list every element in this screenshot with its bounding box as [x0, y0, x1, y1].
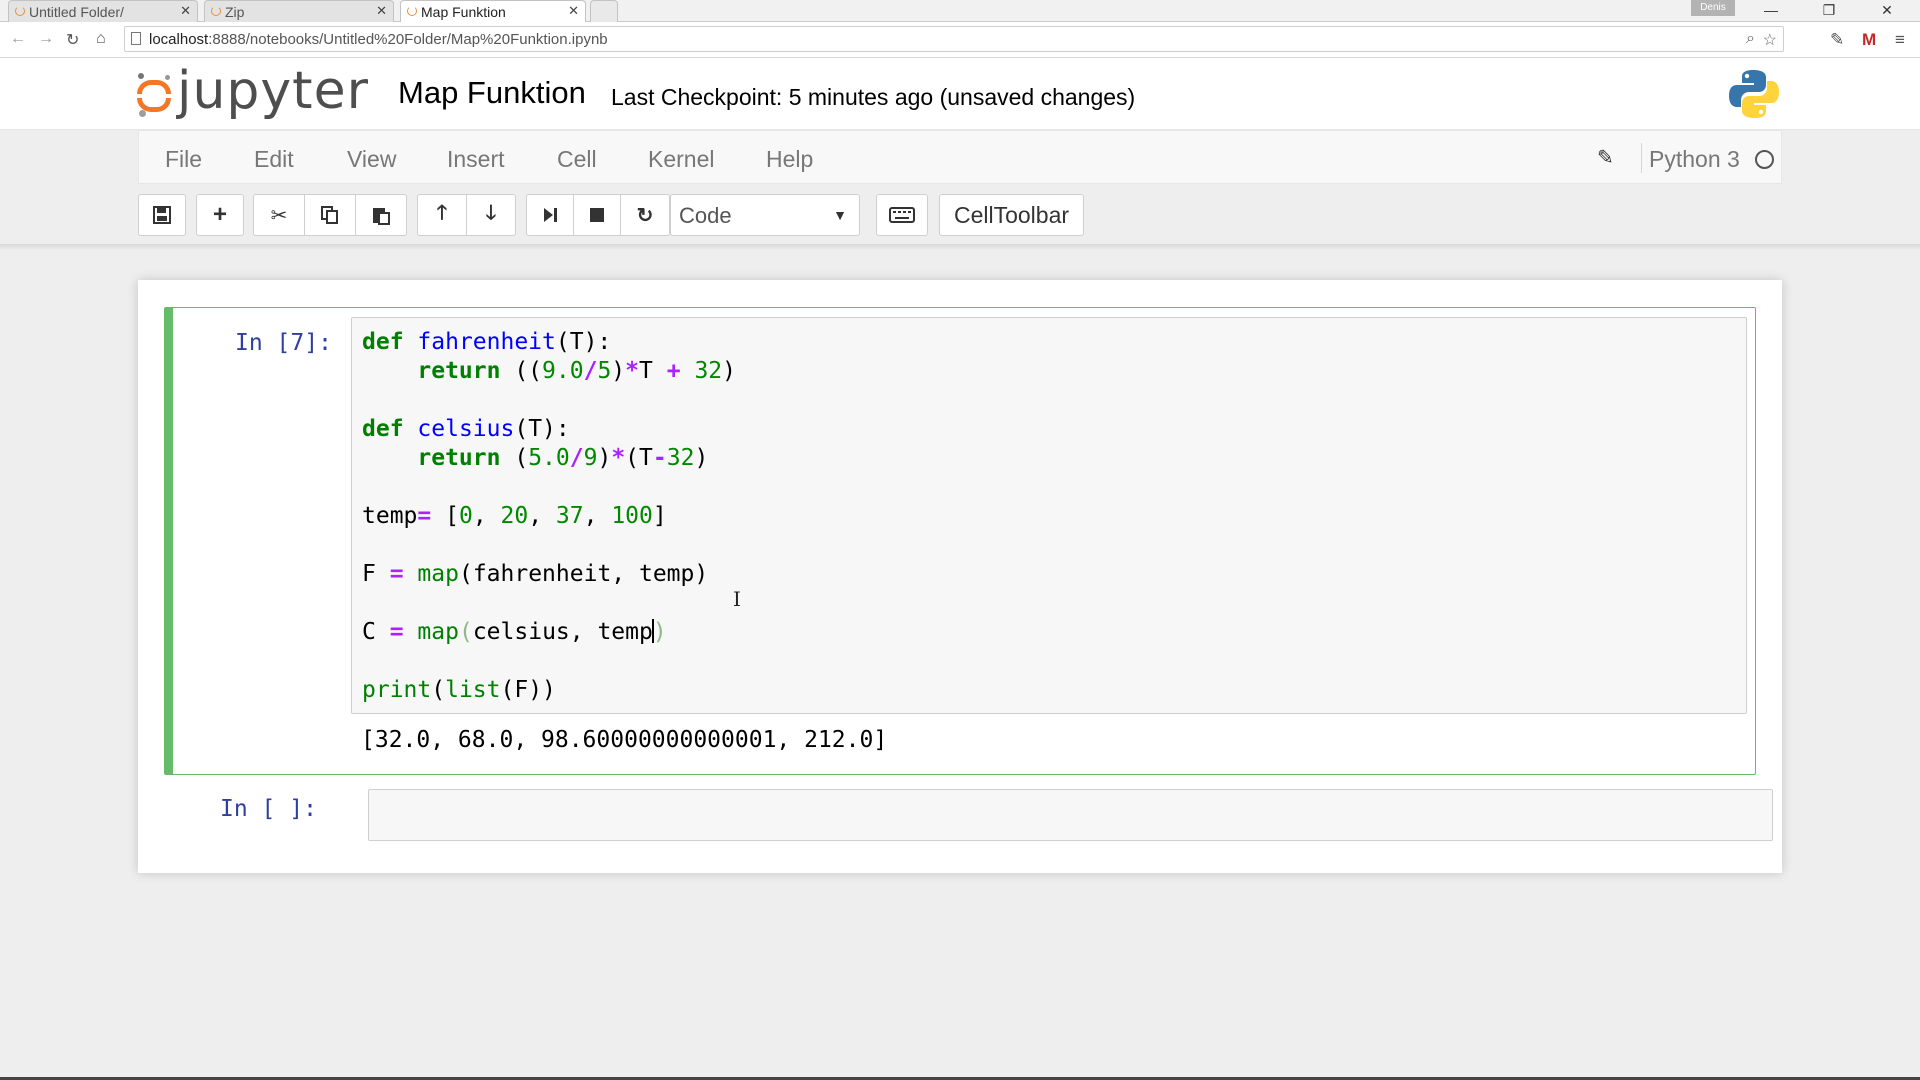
back-icon[interactable]: ←: [10, 30, 26, 48]
url-input[interactable]: localhost:8888/notebooks/Untitled%20Fold…: [124, 26, 1784, 52]
kernel-name: Python 3: [1649, 146, 1740, 172]
celltoolbar-button[interactable]: CellToolbar: [939, 194, 1084, 236]
tab-label: Map Funktion: [421, 4, 506, 20]
plus-icon: +: [212, 201, 227, 228]
copy-button[interactable]: [304, 194, 356, 236]
mouse-ibeam-cursor-icon: I: [733, 587, 741, 611]
gmail-extension-icon[interactable]: M: [1862, 30, 1876, 50]
step-forward-icon: [544, 208, 557, 222]
arrow-down-icon: 🡓: [485, 202, 497, 224]
run-cell-button[interactable]: [526, 194, 574, 236]
paste-button[interactable]: [355, 194, 407, 236]
jupyter-logo-icon: [135, 72, 173, 117]
code-source[interactable]: def fahrenheit(T): return ((9.0/5)*T + 3…: [362, 328, 736, 705]
menu-view[interactable]: View: [347, 146, 396, 173]
minimize-icon[interactable]: —: [1748, 0, 1794, 22]
browser-tab-zip[interactable]: Zip ✕: [204, 0, 394, 22]
cut-button[interactable]: ✂: [253, 194, 305, 236]
new-tab-button[interactable]: [590, 0, 618, 22]
code-line: fahrenheit: [417, 329, 556, 355]
scissors-icon: ✂: [270, 204, 288, 227]
cell-type-select[interactable]: Code ▼: [670, 194, 860, 236]
menu-help[interactable]: Help: [766, 146, 813, 173]
divider: [1641, 143, 1642, 173]
close-icon[interactable]: ✕: [568, 3, 579, 19]
loading-icon: [15, 6, 25, 16]
move-down-button[interactable]: 🡓: [466, 194, 516, 236]
code-editor[interactable]: [368, 789, 1773, 841]
code-keyword: def: [362, 329, 404, 355]
zoom-icon[interactable]: ⌕: [1746, 30, 1755, 48]
forward-icon[interactable]: →: [38, 30, 54, 48]
menu-edit[interactable]: Edit: [254, 146, 294, 173]
home-icon[interactable]: ⌂: [96, 30, 106, 48]
browser-profile-badge[interactable]: Denis: [1691, 0, 1735, 16]
jupyter-logo-text: jupyter: [177, 61, 369, 121]
save-button[interactable]: [138, 194, 186, 236]
tab-label: Zip: [225, 3, 245, 20]
menu-kernel[interactable]: Kernel: [648, 146, 714, 173]
browser-tab-strip: Untitled Folder/ ✕ Zip ✕ Map Funktion ✕ …: [0, 0, 1920, 23]
kernel-idle-indicator-icon: [1755, 150, 1774, 169]
extension-icon[interactable]: ✎: [1830, 30, 1844, 50]
menu-file[interactable]: File: [165, 146, 202, 173]
browser-menu-icon[interactable]: ≡: [1895, 30, 1905, 50]
restart-kernel-button[interactable]: ↻: [620, 194, 670, 236]
caret-down-icon: ▼: [833, 207, 847, 223]
pencil-icon[interactable]: ✎: [1597, 145, 1614, 170]
cell-output: [32.0, 68.0, 98.60000000000001, 212.0]: [361, 727, 888, 753]
browser-tab-map-funktion[interactable]: Map Funktion ✕: [400, 0, 586, 23]
close-icon[interactable]: ✕: [376, 3, 387, 19]
url-text: localhost:8888/notebooks/Untitled%20Fold…: [149, 31, 608, 48]
bookmark-star-icon[interactable]: ☆: [1763, 30, 1777, 50]
jupyter-logo[interactable]: jupyter: [135, 61, 369, 122]
close-window-icon[interactable]: ✕: [1864, 0, 1910, 22]
copy-icon: [321, 206, 338, 224]
input-prompt: In [7]:: [235, 330, 332, 356]
code-cell-selected[interactable]: In [7]: def fahrenheit(T): return ((9.0/…: [164, 307, 1756, 775]
browser-address-bar: ← → ↻ ⌂ localhost:8888/notebooks/Untitle…: [0, 22, 1920, 58]
cell-type-value: Code: [679, 203, 732, 228]
loading-icon: [407, 6, 417, 16]
keyboard-icon: [889, 207, 915, 223]
interrupt-kernel-button[interactable]: [573, 194, 621, 236]
menu-insert[interactable]: Insert: [447, 146, 505, 173]
tab-label: Untitled Folder/: [29, 3, 124, 20]
browser-tab-untitled-folder[interactable]: Untitled Folder/ ✕: [8, 0, 198, 22]
restore-icon[interactable]: ❐: [1806, 0, 1852, 22]
code-editor[interactable]: def fahrenheit(T): return ((9.0/5)*T + 3…: [351, 317, 1747, 714]
stop-icon: [590, 208, 604, 222]
page-icon: [131, 32, 141, 45]
move-up-button[interactable]: 🡑: [417, 194, 467, 236]
python-logo-icon: [1729, 70, 1779, 118]
input-prompt: In [ ]:: [220, 796, 317, 822]
checkpoint-status: Last Checkpoint: 5 minutes ago (unsaved …: [611, 84, 1136, 110]
code-cell-empty[interactable]: In [ ]:: [164, 785, 1773, 843]
loading-icon: [211, 6, 221, 16]
notebook-container: In [7]: def fahrenheit(T): return ((9.0/…: [138, 280, 1782, 873]
restart-icon: ↻: [636, 204, 654, 227]
command-palette-button[interactable]: [876, 194, 928, 236]
close-icon[interactable]: ✕: [180, 3, 191, 19]
header-shadow: [0, 244, 1920, 250]
notebook-name[interactable]: Map Funktion: [398, 75, 586, 111]
menu-cell[interactable]: Cell: [557, 146, 597, 173]
reload-icon[interactable]: ↻: [66, 30, 79, 50]
save-icon: [153, 206, 171, 224]
insert-cell-button[interactable]: +: [196, 194, 244, 236]
jupyter-header: jupyter Map Funktion Last Checkpoint: 5 …: [0, 58, 1920, 130]
paste-icon: [373, 208, 390, 225]
arrow-up-icon: 🡑: [436, 202, 448, 224]
notebook-menubar: File Edit View Insert Cell Kernel Help ✎…: [138, 130, 1782, 184]
